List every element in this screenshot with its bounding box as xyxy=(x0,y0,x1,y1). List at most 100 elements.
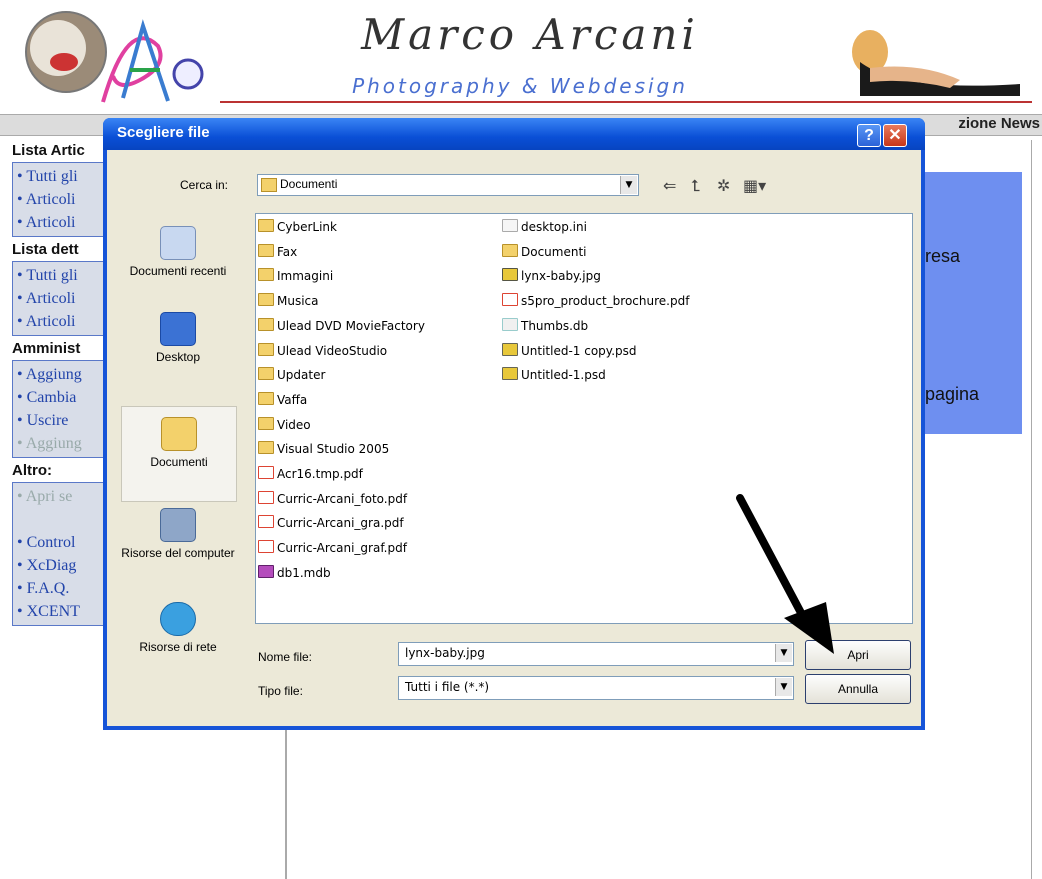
folder-icon xyxy=(258,391,274,405)
place-computer[interactable]: Risorse del computer xyxy=(121,508,235,560)
file-name: db1.mdb xyxy=(277,565,331,580)
site-logo xyxy=(18,6,218,106)
pdf-file-icon xyxy=(502,293,518,307)
file-item[interactable]: Ulead VideoStudio xyxy=(258,342,387,360)
folder-icon xyxy=(258,293,274,307)
chevron-down-icon[interactable]: ▼ xyxy=(775,678,792,696)
network-globe-icon xyxy=(160,602,196,636)
folder-icon xyxy=(258,268,274,282)
file-item[interactable]: lynx-baby.jpg xyxy=(502,267,601,285)
file-item[interactable]: Documenti xyxy=(502,243,587,261)
recent-documents-icon xyxy=(160,226,196,260)
file-item[interactable]: s5pro_product_brochure.pdf xyxy=(502,292,689,310)
file-item[interactable]: Untitled-1.psd xyxy=(502,366,606,384)
column-border xyxy=(1031,140,1032,879)
file-item[interactable]: Vaffa xyxy=(258,391,307,409)
file-name: Untitled-1 copy.psd xyxy=(521,343,637,358)
site-subtitle: Photography & Webdesign xyxy=(352,74,688,98)
place-network[interactable]: Risorse di rete xyxy=(121,602,235,654)
file-name: Ulead DVD MovieFactory xyxy=(277,318,425,333)
file-item[interactable]: Fax xyxy=(258,243,297,261)
folder-icon xyxy=(258,243,274,257)
topbar-label: zione News xyxy=(958,115,1040,132)
file-name: Updater xyxy=(277,368,326,383)
place-label: Risorse del computer xyxy=(121,546,235,560)
file-item[interactable]: Ulead DVD MovieFactory xyxy=(258,317,425,335)
file-name: Video xyxy=(277,417,311,432)
file-item[interactable]: Untitled-1 copy.psd xyxy=(502,342,637,360)
file-name: Vaffa xyxy=(277,392,308,407)
pdf-file-icon xyxy=(258,515,274,529)
file-item[interactable]: Curric-Arcani_foto.pdf xyxy=(258,490,407,508)
look-in-label: Cerca in: xyxy=(180,178,229,192)
file-name: s5pro_product_brochure.pdf xyxy=(521,294,690,309)
back-arrow-icon[interactable]: ⇐ xyxy=(663,176,676,195)
dialog-title: Scegliere file xyxy=(117,124,210,141)
folder-icon xyxy=(502,243,518,257)
view-menu-icon[interactable]: ▦▾ xyxy=(743,176,766,195)
place-documents[interactable]: Documenti xyxy=(121,406,237,502)
annotation-arrow-icon xyxy=(736,494,834,654)
pdf-file-icon xyxy=(258,490,274,504)
file-item[interactable]: Acr16.tmp.pdf xyxy=(258,465,363,483)
documents-folder-icon xyxy=(161,417,197,451)
header-photo xyxy=(830,22,1030,100)
chevron-down-icon[interactable]: ▼ xyxy=(620,176,637,194)
file-item[interactable]: CyberLink xyxy=(258,218,337,236)
file-item[interactable]: db1.mdb xyxy=(258,564,331,582)
file-name: Immagini xyxy=(277,269,334,284)
file-item[interactable]: Updater xyxy=(258,366,325,384)
file-type-dropdown[interactable]: Tutti i file (*.*) ▼ xyxy=(398,676,794,700)
file-item[interactable]: Curric-Arcani_gra.pdf xyxy=(258,514,404,532)
file-name: Visual Studio 2005 xyxy=(277,442,390,457)
place-label: Documenti recenti xyxy=(129,264,227,278)
place-label: Documenti xyxy=(150,455,208,469)
dialog-titlebar[interactable]: Scegliere file ? ✕ xyxy=(103,118,925,150)
place-recent[interactable]: Documenti recenti xyxy=(121,226,235,278)
close-button[interactable]: ✕ xyxy=(883,124,907,147)
folder-icon xyxy=(258,441,274,455)
look-in-value: Documenti xyxy=(280,177,338,191)
file-item[interactable]: Thumbs.db xyxy=(502,317,588,335)
psd-file-icon xyxy=(502,367,518,381)
file-name: desktop.ini xyxy=(521,220,587,234)
mdb-file-icon xyxy=(258,564,274,578)
desktop-icon xyxy=(160,312,196,346)
file-item[interactable]: desktop.ini xyxy=(502,218,587,236)
look-in-dropdown[interactable]: Documenti ▼ xyxy=(257,174,639,196)
place-desktop[interactable]: Desktop xyxy=(121,312,235,364)
site-title: Marco Arcani xyxy=(361,10,699,59)
file-name: Ulead VideoStudio xyxy=(277,343,388,358)
folder-icon xyxy=(258,367,274,381)
file-name: Documenti xyxy=(521,244,587,259)
file-name: Curric-Arcani_gra.pdf xyxy=(277,516,404,531)
folder-icon xyxy=(258,342,274,356)
help-button[interactable]: ? xyxy=(857,124,881,147)
news-text: pagina xyxy=(925,384,980,404)
new-folder-icon[interactable]: ✲ xyxy=(717,176,730,195)
file-name: Curric-Arcani_graf.pdf xyxy=(277,541,407,556)
file-item[interactable]: Musica xyxy=(258,292,319,310)
logo-cat-icon xyxy=(25,11,204,103)
ini-file-icon xyxy=(502,219,518,232)
jpg-file-icon xyxy=(502,268,518,282)
file-name: Thumbs.db xyxy=(521,318,589,333)
up-folder-icon[interactable]: ⮤ xyxy=(691,176,700,196)
psd-file-icon xyxy=(502,342,518,356)
pdf-file-icon xyxy=(258,540,274,554)
place-label: Desktop xyxy=(155,350,201,364)
cancel-button[interactable]: Annulla xyxy=(805,674,911,704)
folder-icon xyxy=(258,317,274,331)
file-item[interactable]: Video xyxy=(258,416,311,434)
news-box: resa pagina xyxy=(925,172,1022,434)
folder-icon xyxy=(258,416,274,430)
file-name: Musica xyxy=(277,294,319,309)
file-name: CyberLink xyxy=(277,220,337,234)
file-item[interactable]: Visual Studio 2005 xyxy=(258,440,389,458)
file-item[interactable]: Curric-Arcani_graf.pdf xyxy=(258,539,407,557)
file-name: Acr16.tmp.pdf xyxy=(277,467,363,481)
file-type-label: Tipo file: xyxy=(258,684,303,698)
folder-icon xyxy=(261,178,277,192)
file-name-label: Nome file: xyxy=(258,650,313,664)
file-item[interactable]: Immagini xyxy=(258,267,333,285)
